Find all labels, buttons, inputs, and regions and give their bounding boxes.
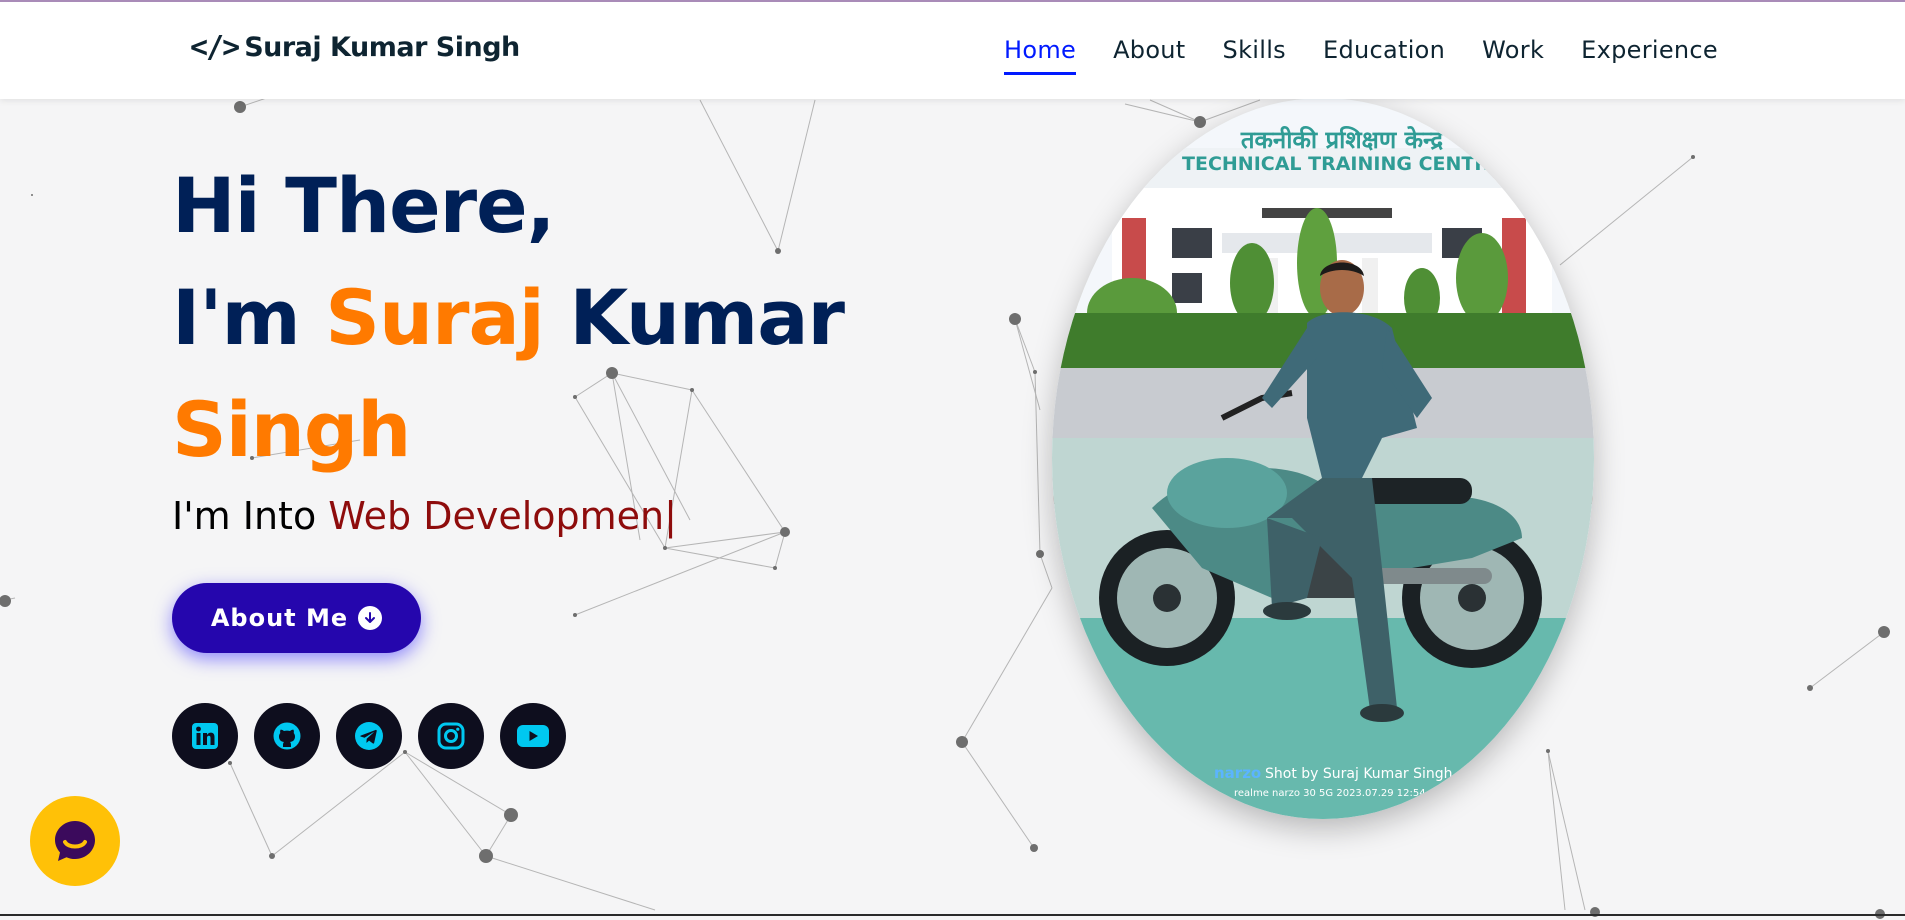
telegram-link[interactable]	[336, 703, 402, 769]
nav-item-experience[interactable]: Experience	[1581, 36, 1718, 75]
hero-intro: Hi There, I'm Suraj Kumar Singh I'm Into…	[172, 150, 872, 538]
hero-middle-name: Kumar	[543, 273, 845, 362]
instagram-link[interactable]	[418, 703, 484, 769]
about-me-button[interactable]: About Me	[172, 583, 421, 653]
about-me-button-label: About Me	[210, 604, 349, 632]
photo-sign-english: TECHNICAL TRAINING CENTRE	[1182, 153, 1502, 175]
linkedin-icon	[192, 723, 218, 749]
chat-widget-button[interactable]	[30, 796, 120, 886]
nav-item-work[interactable]: Work	[1482, 36, 1544, 75]
nav-item-home[interactable]: Home	[1003, 36, 1077, 75]
hero-tagline: I'm Into Web Developmen|	[172, 494, 872, 538]
telegram-icon	[355, 722, 383, 750]
page: </> Suraj Kumar Singh Home About Skills …	[0, 0, 1905, 920]
hero-heading: Hi There, I'm Suraj Kumar Singh	[172, 150, 872, 486]
photo-sign-hindi: तकनीकी प्रशिक्षण केन्द्र	[1240, 126, 1445, 154]
nav-item-education[interactable]: Education	[1323, 36, 1445, 75]
linkedin-link[interactable]	[172, 703, 238, 769]
typing-cursor: |	[664, 494, 677, 538]
youtube-icon	[517, 725, 549, 747]
hero-greeting: Hi There,	[172, 161, 556, 250]
profile-photo-illustration: तकनीकी प्रशिक्षण केन्द्र TECHNICAL TRAIN…	[1052, 98, 1594, 819]
arrow-down-circle-icon	[358, 606, 383, 630]
section-divider	[0, 914, 1905, 916]
instagram-icon	[437, 722, 465, 750]
brand-logo-link[interactable]: </> Suraj Kumar Singh	[190, 30, 520, 65]
photo-watermark-brand: narzo	[1214, 764, 1261, 782]
hero-im: I'm	[172, 273, 326, 362]
chat-bubble-icon	[55, 821, 95, 861]
photo-watermark-meta: realme narzo 30 5G 2023.07.29 12:54	[1234, 788, 1426, 799]
social-links	[172, 703, 566, 769]
nav-item-about[interactable]: About	[1113, 36, 1185, 75]
site-header: </> Suraj Kumar Singh Home About Skills …	[0, 0, 1905, 99]
brand-name: Suraj Kumar Singh	[244, 32, 520, 63]
main-nav: Home About Skills Education Work Experie…	[1003, 36, 1718, 75]
tagline-typed-text: Web Developmen	[328, 494, 665, 538]
nav-item-skills[interactable]: Skills	[1223, 36, 1286, 75]
github-icon	[273, 722, 301, 750]
hero-last-name: Singh	[172, 385, 411, 474]
github-link[interactable]	[254, 703, 320, 769]
profile-photo: तकनीकी प्रशिक्षण केन्द्र TECHNICAL TRAIN…	[1052, 98, 1594, 819]
photo-watermark-credit: Shot by Suraj Kumar Singh	[1265, 766, 1453, 782]
youtube-link[interactable]	[500, 703, 566, 769]
code-icon: </>	[190, 30, 240, 65]
hero-first-name: Suraj	[325, 273, 545, 362]
tagline-prefix: I'm Into	[172, 494, 329, 538]
